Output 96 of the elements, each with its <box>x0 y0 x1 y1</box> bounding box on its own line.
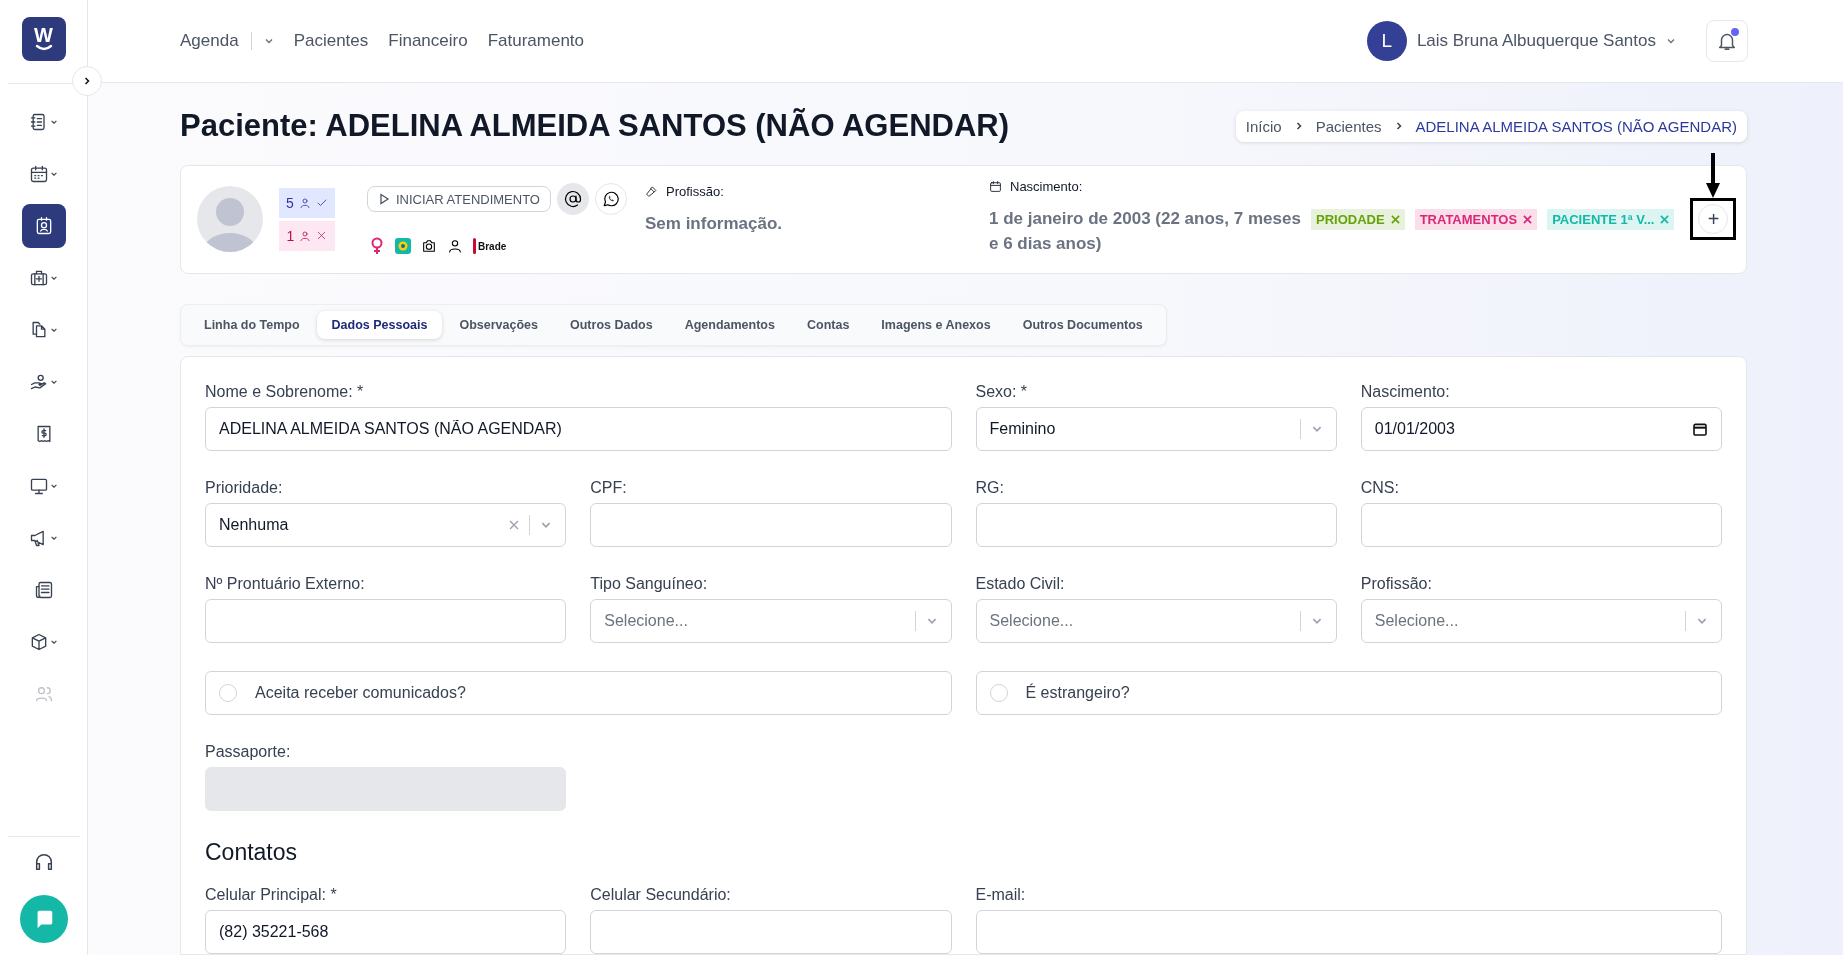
text-field[interactable]: (82) 35221-568 <box>205 910 567 954</box>
nav-link[interactable]: Pacientes <box>293 31 369 51</box>
text-field[interactable] <box>590 503 952 547</box>
sidebar-item[interactable] <box>21 204 66 248</box>
remove-tag-icon[interactable] <box>1390 215 1400 224</box>
at-sign-icon <box>564 190 582 209</box>
tab[interactable]: Contas <box>791 311 865 339</box>
remove-tag-icon[interactable] <box>1523 215 1533 224</box>
chevron-down-icon <box>50 482 58 490</box>
chevron-down-icon <box>50 118 58 126</box>
field-label: Profissão: <box>1360 575 1433 593</box>
chevron-down-icon <box>263 36 274 46</box>
tab[interactable]: Outros Documentos <box>1007 311 1158 339</box>
select-field[interactable]: Selecione... <box>590 599 952 643</box>
field-label: Tipo Sanguíneo: <box>590 575 709 593</box>
tab[interactable]: Observações <box>444 311 553 339</box>
section-heading: Contatos <box>205 839 299 866</box>
text-field[interactable]: ADELINA ALMEIDA SANTOS (NÃO AGENDAR) <box>205 407 952 451</box>
breadcrumb-link[interactable]: Pacientes <box>1315 118 1382 135</box>
whatsapp-icon <box>602 190 620 209</box>
coin-icon <box>395 238 411 255</box>
cross-icon <box>316 230 328 242</box>
field-label: Nº Prontuário Externo: <box>205 575 366 593</box>
person-icon <box>299 230 312 242</box>
nav-link[interactable]: Financeiro <box>388 31 468 51</box>
field-label: CPF: <box>590 479 628 497</box>
insurer-logo: Brade <box>473 238 507 255</box>
field-label: CNS: <box>1360 479 1400 497</box>
user-name[interactable]: Lais Bruna Albuquerque Santos <box>1416 31 1656 51</box>
checkbox-label: É estrangeiro? <box>1025 684 1130 702</box>
start-session-button[interactable]: INICIAR ATENDIMENTO <box>367 186 551 213</box>
field-label: Prioridade: <box>205 479 284 497</box>
missed-count: 1 <box>279 221 335 251</box>
text-field[interactable] <box>1360 503 1722 547</box>
play-icon <box>378 193 390 206</box>
text-field[interactable] <box>205 599 567 643</box>
person-icon <box>298 197 311 209</box>
patient-tag[interactable]: TRATAMENTOS <box>1414 209 1538 230</box>
calendar-icon <box>989 180 1002 193</box>
checkbox-option[interactable]: É estrangeiro? <box>975 671 1722 715</box>
chevron-down-icon <box>50 326 58 334</box>
select-field[interactable]: Selecione... <box>975 599 1337 643</box>
field-label: Nascimento: <box>1010 179 1083 194</box>
tab[interactable]: Agendamentos <box>669 311 790 339</box>
field-label: RG: <box>975 479 1005 497</box>
profession-value: Sem informação. <box>645 213 783 236</box>
field-label: E-mail: <box>975 886 1027 904</box>
smile-icon <box>34 44 53 52</box>
chevron-down-icon <box>50 170 58 178</box>
page-title: Paciente: ADELINA ALMEIDA SANTOS (NÃO AGENDAR) <box>180 108 1010 145</box>
whatsapp-button[interactable] <box>595 183 627 216</box>
field-label: Celular Principal: * <box>205 886 338 904</box>
field-label: Nascimento: <box>1360 383 1451 401</box>
notifications-button[interactable] <box>1706 20 1748 62</box>
female-icon <box>369 237 385 256</box>
tab[interactable]: Imagens e Anexos <box>866 311 1006 339</box>
date-field[interactable]: 01/01/2003 <box>1360 407 1722 451</box>
select-field[interactable]: Nenhuma <box>205 503 567 547</box>
calendar-icon[interactable] <box>1692 421 1708 437</box>
chevron-right-icon <box>82 76 92 86</box>
checkbox-option[interactable]: Aceita receber comunicados? <box>205 671 952 715</box>
email-button[interactable] <box>557 183 589 216</box>
chevron-down-icon <box>1666 36 1676 46</box>
check-icon <box>315 197 328 209</box>
tab[interactable]: Outros Dados <box>555 311 668 339</box>
tab[interactable]: Dados Pessoais <box>316 311 443 339</box>
chevron-down-icon <box>50 274 58 282</box>
field-label: Sexo: * <box>975 383 1029 401</box>
user-avatar[interactable]: L <box>1366 21 1407 61</box>
birth-date-value: 1 de janeiro de 2003 (22 anos, 7 meses e 6 dias anos) <box>989 208 1302 255</box>
chevron-down-icon <box>50 638 58 646</box>
field-label: Passaporte: <box>205 743 292 761</box>
text-field[interactable] <box>975 910 1722 954</box>
attended-count: 5 <box>279 188 335 218</box>
person-icon <box>447 238 463 255</box>
field-label: Profissão: <box>666 184 724 200</box>
camera-icon <box>421 238 437 255</box>
tab[interactable]: Linha do Tempo <box>189 311 315 339</box>
breadcrumb-link[interactable]: ADELINA ALMEIDA SANTOS (NÃO AGENDAR) <box>1415 118 1737 135</box>
text-field[interactable] <box>590 910 952 954</box>
select-field[interactable]: Selecione... <box>1360 599 1722 643</box>
select-field[interactable]: Feminino <box>975 407 1337 451</box>
nav-link[interactable]: Faturamento <box>487 31 585 51</box>
checkbox-label: Aceita receber comunicados? <box>255 684 466 702</box>
chevron-down-icon <box>50 534 58 542</box>
chevron-down-icon <box>50 378 58 386</box>
logo-letter: W <box>34 26 53 44</box>
field-label: Estado Civil: <box>975 575 1066 593</box>
field-label: Nome e Sobrenome: * <box>205 383 365 401</box>
app-logo[interactable]: W <box>21 17 66 61</box>
hammer-icon <box>645 185 658 199</box>
text-field[interactable] <box>975 503 1337 547</box>
nav-link[interactable]: Agenda <box>180 31 274 51</box>
field-label: Celular Secundário: <box>590 886 732 904</box>
add-tag-button[interactable]: + <box>1698 204 1729 235</box>
breadcrumb-link[interactable]: Início <box>1245 118 1282 135</box>
